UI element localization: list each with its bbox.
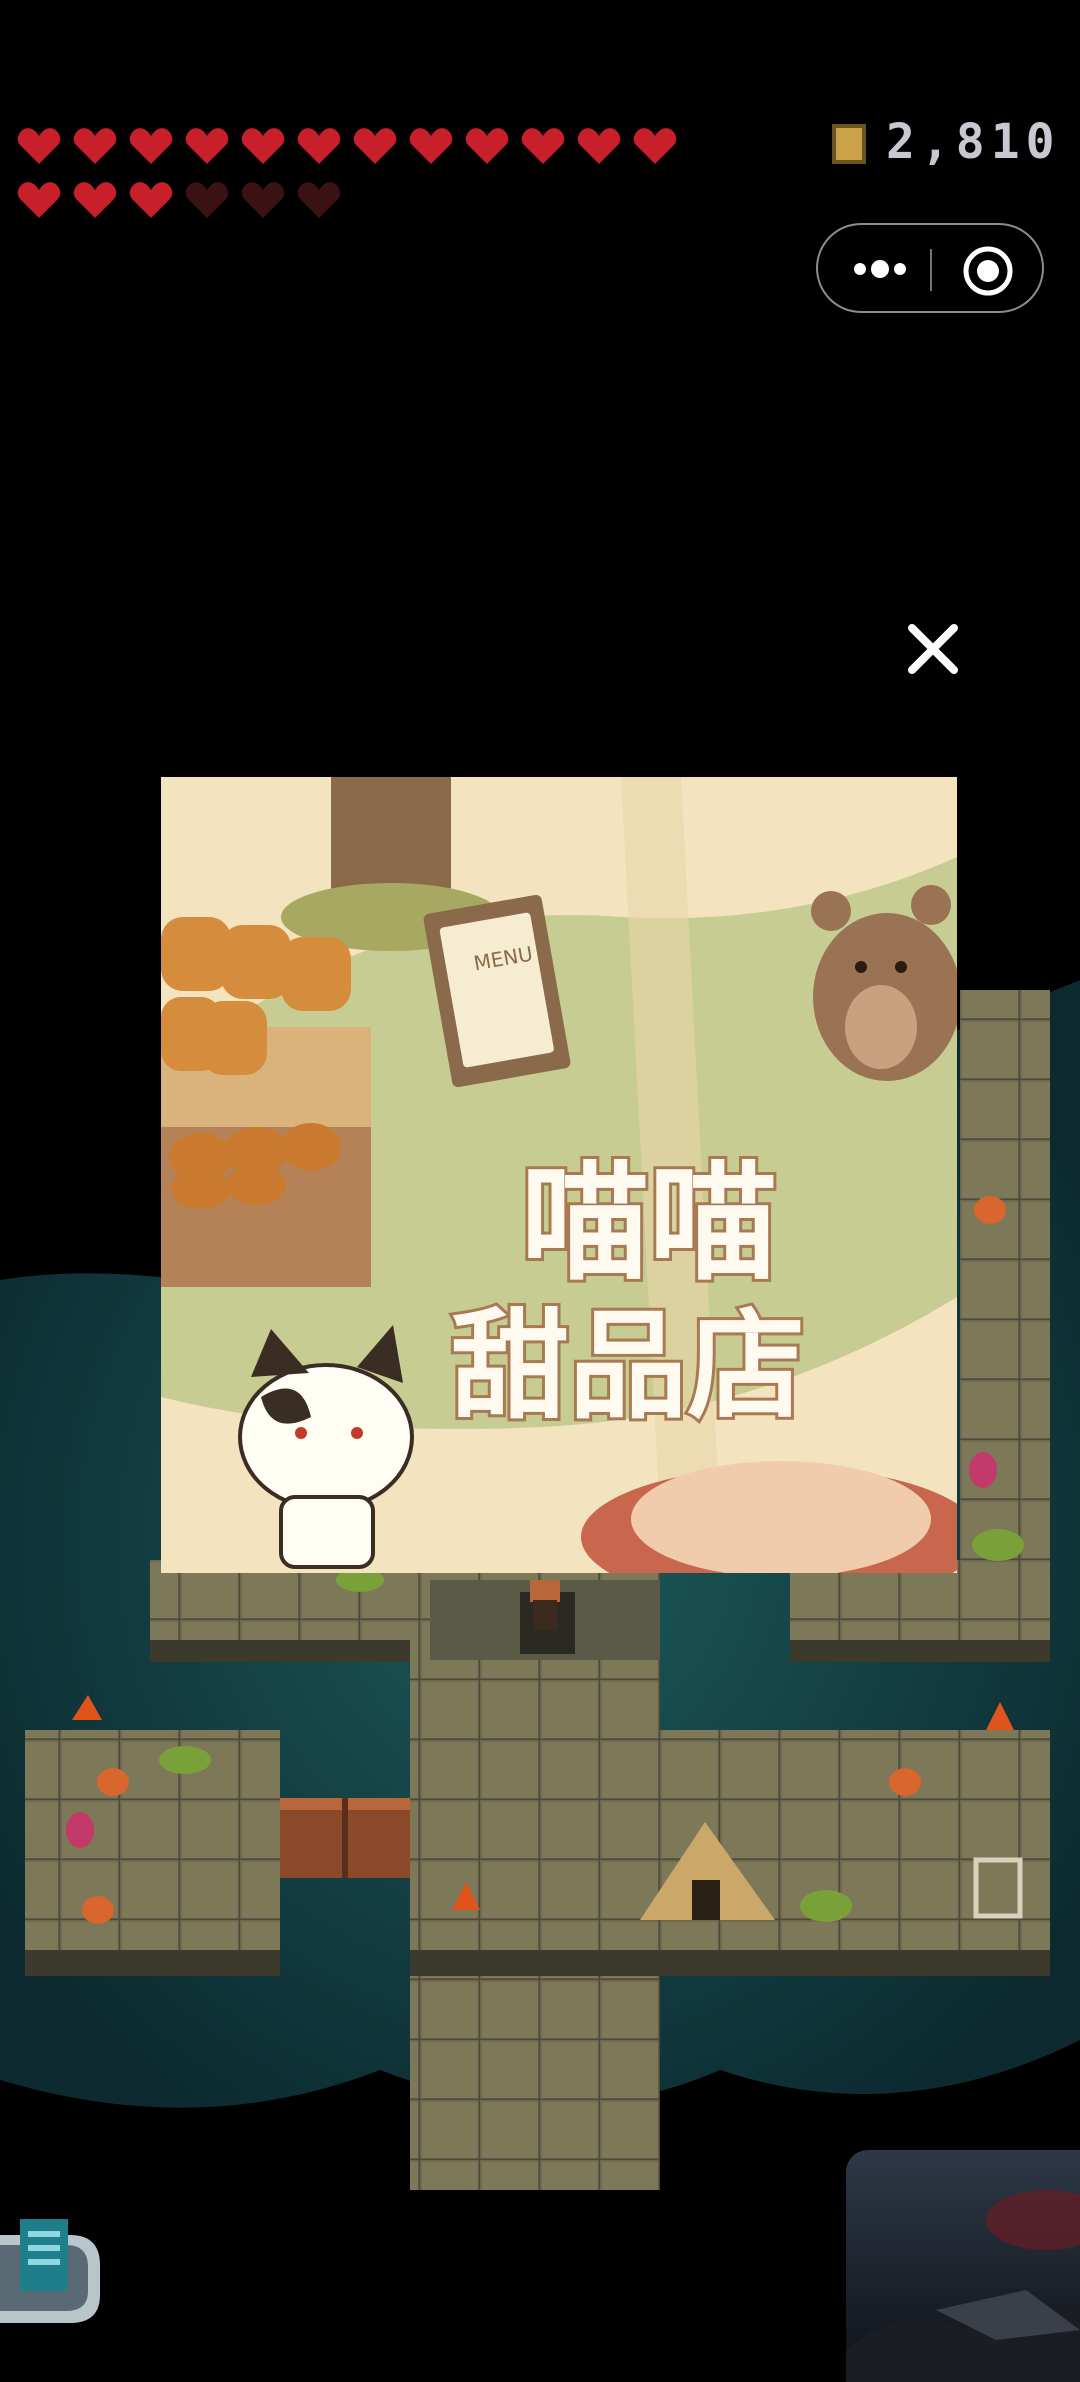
heart-icon [576, 126, 622, 166]
heart-icon [72, 126, 118, 166]
heart-icon [16, 126, 62, 166]
heart-icon [296, 126, 342, 166]
close-icon[interactable] [898, 614, 968, 684]
heart-icon [184, 126, 230, 166]
capsule-divider [930, 249, 932, 291]
heart-icon [464, 126, 510, 166]
health-hearts-row-1 [16, 126, 678, 166]
heart-icon [408, 126, 454, 166]
heart-icon [16, 180, 62, 220]
heart-icon [128, 126, 174, 166]
heart-icon [184, 180, 230, 220]
heart-icon [632, 126, 678, 166]
list-icon[interactable] [0, 2215, 108, 2333]
heart-icon [520, 126, 566, 166]
heart-icon [240, 180, 286, 220]
heart-icon [128, 180, 174, 220]
health-hearts-row-2 [16, 180, 342, 220]
ad-title-line2: 甜品店 [451, 1297, 805, 1435]
coin-count: 2,810 [886, 114, 1061, 170]
heart-icon [352, 126, 398, 166]
coin-icon [832, 124, 866, 164]
more-dots-icon[interactable] [838, 239, 918, 299]
heart-icon [72, 180, 118, 220]
mini-program-capsule [816, 223, 1044, 313]
heart-icon [240, 126, 286, 166]
heart-icon [296, 180, 342, 220]
preview-image[interactable] [846, 2150, 1080, 2382]
target-circle-icon[interactable] [960, 243, 1016, 299]
ad-title-line1: 喵喵 [521, 1149, 777, 1298]
ad-image-popup[interactable]: MENU 喵喵 甜品店 [161, 777, 957, 1573]
